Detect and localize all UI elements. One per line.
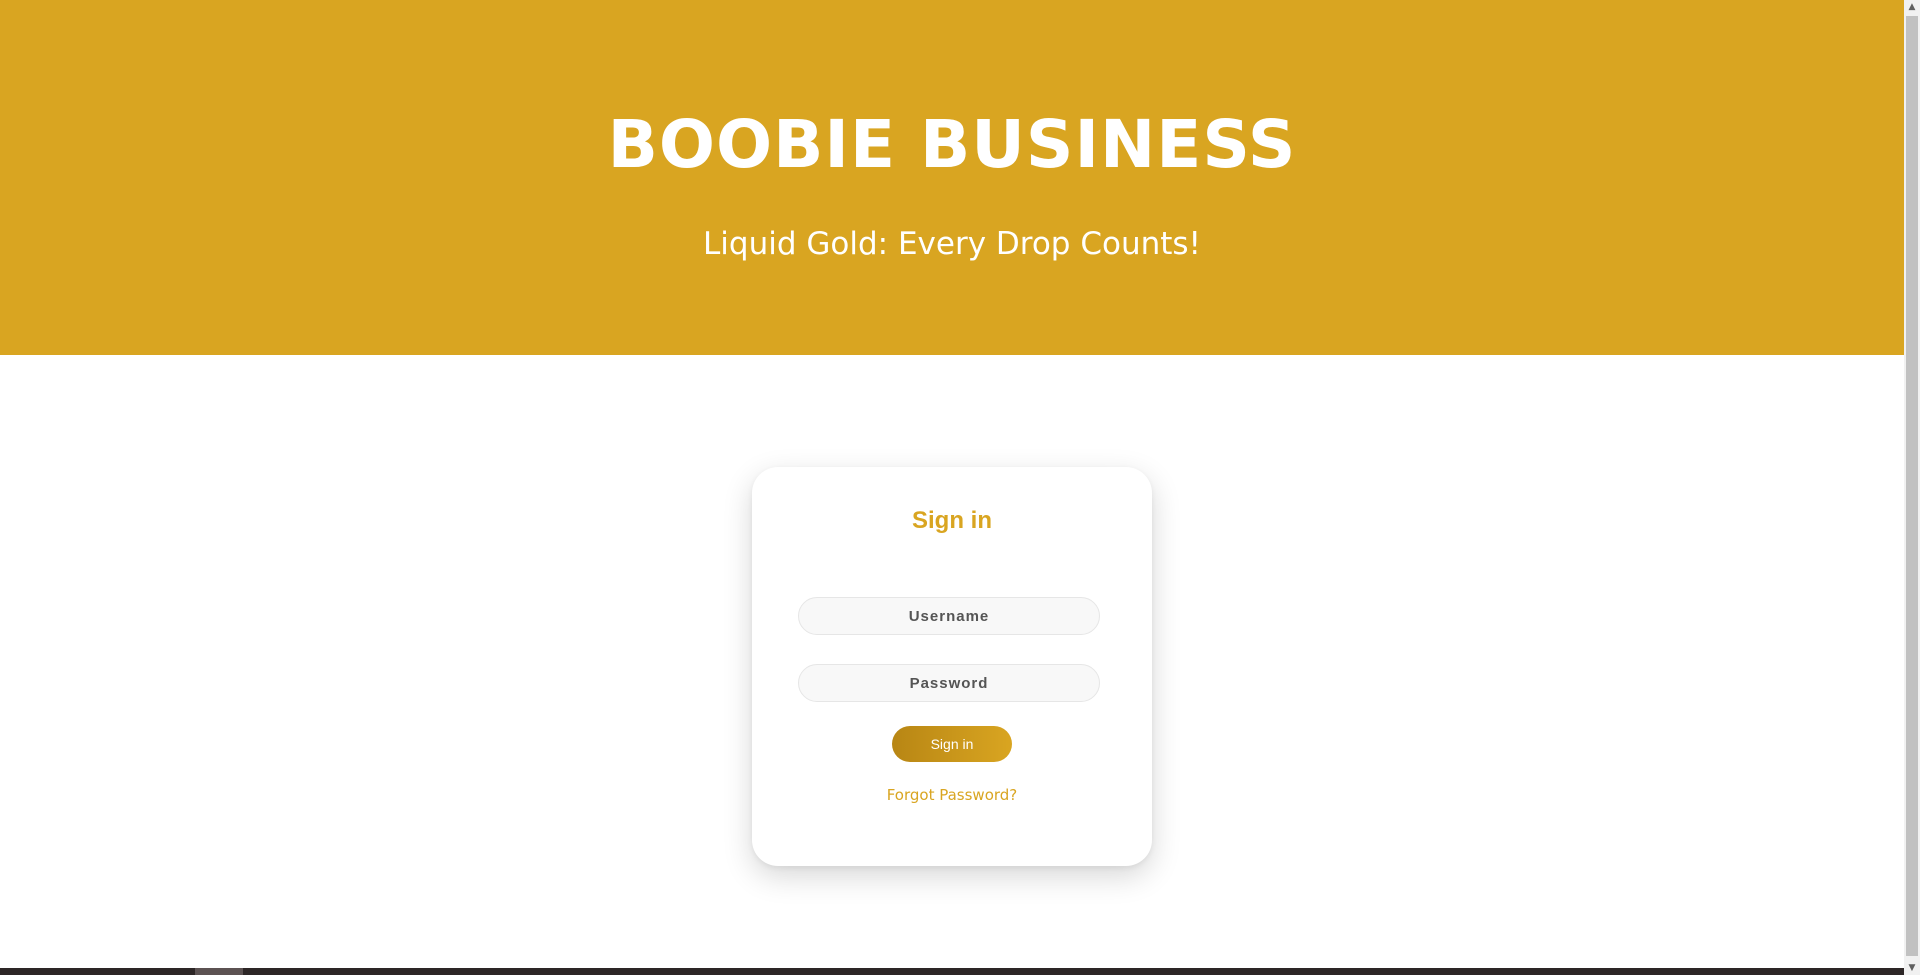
page: BOOBIE BUSINESS Liquid Gold: Every Drop … — [0, 0, 1904, 975]
scrollbar-thumb[interactable] — [1906, 16, 1918, 956]
forgot-password-link[interactable]: Forgot Password? — [752, 785, 1152, 805]
tagline: Liquid Gold: Every Drop Counts! — [703, 226, 1201, 262]
sign-in-button[interactable]: Sign in — [892, 726, 1012, 762]
hero-banner: BOOBIE BUSINESS Liquid Gold: Every Drop … — [0, 0, 1904, 355]
scroll-up-arrow-icon[interactable]: ▲ — [1904, 0, 1920, 14]
bottom-strip-highlight — [195, 968, 243, 975]
bottom-image-strip — [0, 968, 1904, 975]
username-input[interactable] — [798, 597, 1100, 635]
login-card: Sign in Sign in Forgot Password? — [752, 467, 1152, 866]
vertical-scrollbar[interactable]: ▲ ▼ — [1904, 0, 1920, 975]
scroll-down-arrow-icon[interactable]: ▼ — [1904, 961, 1920, 975]
brand-title: BOOBIE BUSINESS — [607, 106, 1297, 183]
login-heading: Sign in — [912, 507, 992, 534]
password-input[interactable] — [798, 664, 1100, 702]
